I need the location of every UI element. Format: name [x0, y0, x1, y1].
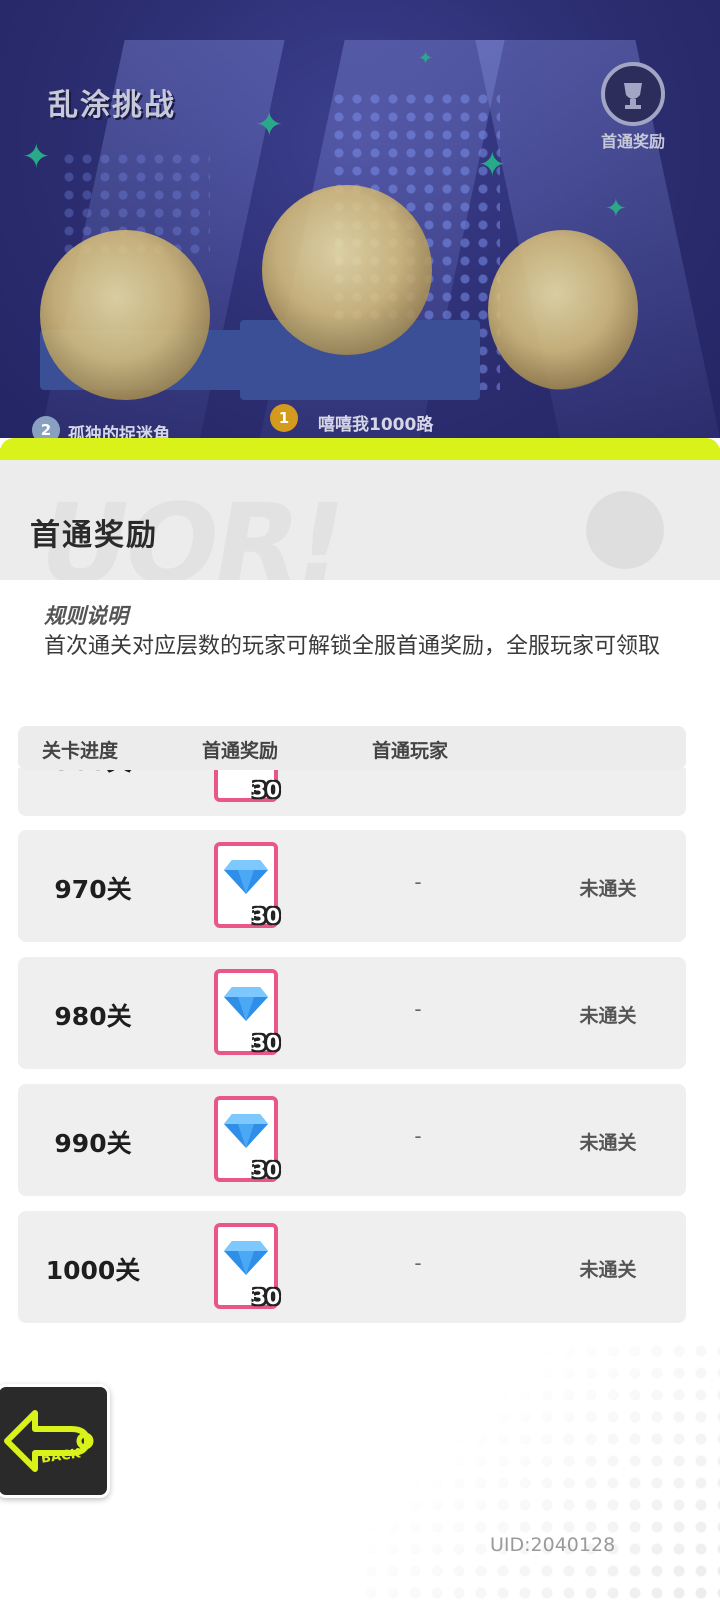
column-header-reward: 首通奖励	[202, 740, 279, 762]
column-header-player: 首通玩家	[372, 740, 449, 762]
character-avatar[interactable]	[488, 230, 638, 390]
first-clear-reward-button[interactable]: 首通奖励	[588, 62, 678, 152]
reward-quantity: 30	[252, 1158, 280, 1182]
blue-diamond-icon	[224, 1241, 268, 1275]
table-row: 970关 30 - 未通关	[18, 830, 686, 942]
reward-list[interactable]: 960关 30 970关 30 - 未通关 980关 30 - 未通关	[18, 768, 686, 1328]
rules-text: 首次通关对应层数的玩家可解锁全服首通奖励，全服玩家可领取	[44, 634, 661, 659]
panel-header: UOR! 首通奖励	[0, 460, 720, 580]
stage-label: 990关	[54, 1129, 132, 1158]
stage-label: 980关	[54, 1002, 132, 1031]
reward-quantity: 30	[252, 778, 280, 802]
challenge-scene: ✦ ✦ ✦ ✦ ✦ 乱涂挑战 首通奖励 2 孤独的捉迷角 1 嘻嘻我1000路	[0, 0, 720, 470]
status-label: 未通关	[579, 1259, 637, 1281]
table-row: 980关 30 - 未通关	[18, 957, 686, 1069]
panel-title: 首通奖励	[30, 518, 158, 553]
reward-card[interactable]: 30	[214, 1096, 280, 1182]
rank-badge: 1	[270, 404, 298, 432]
reward-card[interactable]: 30	[214, 969, 280, 1055]
table-row: 990关 30 - 未通关	[18, 1084, 686, 1196]
star-icon: ✦	[22, 137, 51, 177]
reward-quantity: 30	[252, 1285, 280, 1309]
back-button[interactable]: BACK	[0, 1384, 110, 1498]
star-icon: ✦	[605, 194, 627, 224]
back-arrow-icon	[4, 1410, 94, 1472]
status-label: 未通关	[579, 1132, 637, 1154]
user-id: UID:2040128	[490, 1534, 616, 1556]
column-header-stage: 关卡进度	[42, 740, 119, 762]
first-clear-player: -	[414, 870, 422, 894]
reward-card[interactable]: 30	[214, 1223, 280, 1309]
star-icon: ✦	[255, 105, 284, 145]
trophy-icon	[601, 62, 665, 126]
character-name: 嘻嘻我1000路	[318, 415, 434, 435]
table-row: 960关 30	[18, 768, 686, 816]
star-icon: ✦	[478, 145, 507, 185]
dot-pattern-decoration	[360, 1340, 720, 1600]
reward-badge-label: 首通奖励	[600, 132, 665, 151]
blue-diamond-icon	[224, 987, 268, 1021]
table-row: 1000关 30 - 未通关	[18, 1211, 686, 1323]
status-label: 未通关	[579, 878, 637, 900]
character-avatar[interactable]	[40, 230, 210, 400]
stage-label: 970关	[54, 875, 132, 904]
star-icon: ✦	[418, 48, 434, 69]
header-character-decoration	[550, 470, 700, 580]
reward-quantity: 30	[252, 1031, 280, 1055]
first-clear-player: -	[414, 1124, 422, 1148]
first-clear-player: -	[414, 997, 422, 1021]
rules-title: 规则说明	[44, 604, 128, 628]
reward-quantity: 30	[252, 904, 280, 928]
first-clear-player: -	[414, 1251, 422, 1275]
challenge-title: 乱涂挑战	[48, 88, 176, 123]
stage-label: 1000关	[45, 1256, 141, 1285]
blue-diamond-icon	[224, 860, 268, 894]
status-label: 未通关	[579, 1005, 637, 1027]
blue-diamond-icon	[224, 1114, 268, 1148]
table-header: 关卡进度 首通奖励 首通玩家	[18, 726, 686, 770]
character-avatar[interactable]	[262, 185, 432, 355]
reward-card[interactable]: 30	[214, 768, 280, 802]
reward-card[interactable]: 30	[214, 842, 280, 928]
